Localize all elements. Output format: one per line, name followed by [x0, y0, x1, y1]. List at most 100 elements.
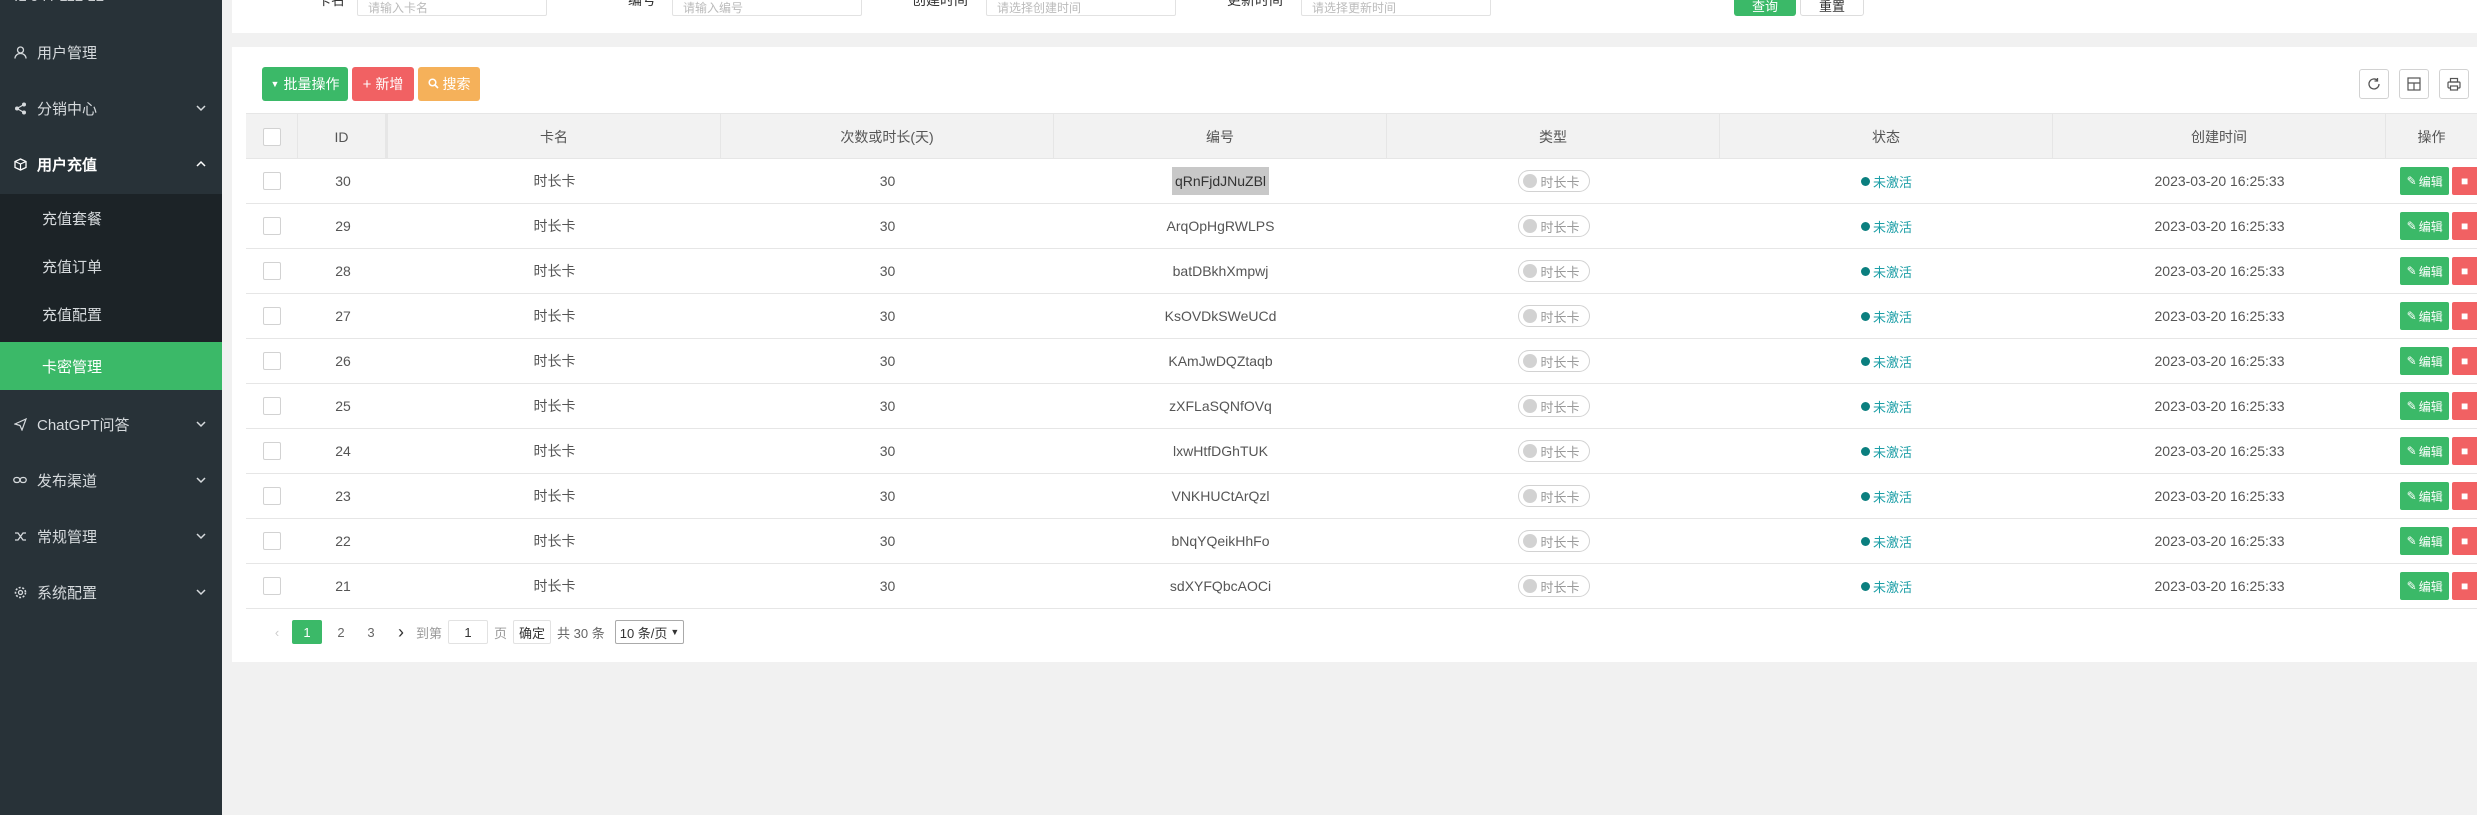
- delete-button[interactable]: ■: [2452, 527, 2477, 555]
- next-page-icon[interactable]: ›: [386, 620, 416, 644]
- delete-button[interactable]: ■: [2452, 392, 2477, 420]
- delete-button[interactable]: ■: [2452, 257, 2477, 285]
- page-2[interactable]: 2: [326, 620, 356, 644]
- header-created[interactable]: 创建时间: [2053, 114, 2386, 159]
- table-row[interactable]: 21 时长卡 30 sdXYFQbcAOCi 时长卡 未激活 2023-03-20 16:2…: [246, 564, 2477, 609]
- edit-button[interactable]: ✎ 编辑: [2400, 302, 2450, 330]
- delete-button[interactable]: ■: [2452, 572, 2477, 600]
- add-button[interactable]: + 新增: [352, 67, 414, 101]
- edit-button[interactable]: ✎ 编辑: [2400, 572, 2450, 600]
- reset-button[interactable]: 重置: [1800, 0, 1864, 16]
- delete-button[interactable]: ■: [2452, 302, 2477, 330]
- updated-time-input[interactable]: 请选择更新时间: [1301, 0, 1491, 16]
- select-all-checkbox[interactable]: [262, 127, 281, 146]
- type-switch[interactable]: 时长卡: [1517, 485, 1590, 507]
- type-switch[interactable]: 时长卡: [1517, 215, 1590, 237]
- table-row[interactable]: 22 时长卡 30 bNqYQeikHhFo 时长卡 未激活 2023-03-20 16:2…: [246, 519, 2477, 564]
- table-row[interactable]: 29 时长卡 30 ArqOpHgRWLPS 时长卡 未激活 2023-03-20 16:2…: [246, 204, 2477, 249]
- goto-confirm-button[interactable]: 确定: [513, 620, 552, 644]
- table-row[interactable]: 23 时长卡 30 VNKHUCtArQzl 时长卡 未激活 2023-03-20 16:2…: [246, 474, 2477, 519]
- header-status[interactable]: 状态: [1720, 114, 2053, 159]
- row-checkbox[interactable]: [263, 577, 281, 595]
- cell-count: 30: [879, 488, 896, 504]
- batch-actions-button[interactable]: ▼ 批量操作: [262, 67, 348, 101]
- type-switch[interactable]: 时长卡: [1517, 350, 1590, 372]
- type-switch[interactable]: 时长卡: [1517, 530, 1590, 552]
- search-toggle-button[interactable]: 搜索: [418, 67, 480, 101]
- row-checkbox[interactable]: [263, 487, 281, 505]
- row-checkbox[interactable]: [263, 172, 281, 190]
- delete-button[interactable]: ■: [2452, 437, 2477, 465]
- header-code[interactable]: 编号: [1054, 114, 1387, 159]
- card-code: ArqOpHgRWLPS: [1166, 218, 1275, 234]
- switch-knob: [1522, 174, 1537, 188]
- row-checkbox[interactable]: [263, 307, 281, 325]
- type-switch[interactable]: 时长卡: [1517, 170, 1590, 192]
- sidebar-item-channels[interactable]: 发布渠道: [0, 452, 222, 508]
- trash-icon: ■: [2461, 174, 2469, 188]
- status-badge: 未激活: [1860, 577, 1912, 596]
- edit-button[interactable]: ✎ 编辑: [2400, 347, 2450, 375]
- created-time-input[interactable]: 请选择创建时间: [986, 0, 1176, 16]
- edit-button[interactable]: ✎ 编辑: [2400, 257, 2450, 285]
- table-row[interactable]: 30 时长卡 30 qRnFjdJNuZBl 时长卡 未激活 2023-03-20 16:2…: [246, 159, 2477, 204]
- type-switch[interactable]: 时长卡: [1517, 305, 1590, 327]
- submenu-item-config[interactable]: 充值配置: [0, 290, 222, 338]
- delete-button[interactable]: ■: [2452, 212, 2477, 240]
- row-checkbox[interactable]: [263, 532, 281, 550]
- columns-button[interactable]: [2399, 69, 2429, 99]
- table-row[interactable]: 25 时长卡 30 zXFLaSQNfOVq 时长卡 未激活 2023-03-20 16:2…: [246, 384, 2477, 429]
- edit-button[interactable]: ✎ 编辑: [2400, 167, 2450, 195]
- submenu-item-card-management[interactable]: 卡密管理: [0, 342, 222, 390]
- cell-actions: ✎ 编辑 ■: [2386, 519, 2477, 563]
- submenu-item-orders[interactable]: 充值订单: [0, 242, 222, 290]
- delete-button[interactable]: ■: [2452, 347, 2477, 375]
- header-type[interactable]: 类型: [1387, 114, 1720, 159]
- print-button[interactable]: [2439, 69, 2469, 99]
- card-name-input[interactable]: 请输入卡名: [357, 0, 547, 16]
- status-dot-icon: [1860, 491, 1870, 501]
- query-button[interactable]: 查询: [1734, 0, 1796, 16]
- sidebar-item-system[interactable]: 系统配置: [0, 564, 222, 620]
- submenu-item-packages[interactable]: 充值套餐: [0, 194, 222, 242]
- edit-button[interactable]: ✎ 编辑: [2400, 392, 2450, 420]
- type-switch[interactable]: 时长卡: [1517, 440, 1590, 462]
- row-checkbox[interactable]: [263, 397, 281, 415]
- page-1[interactable]: 1: [292, 620, 322, 644]
- refresh-button[interactable]: [2359, 69, 2389, 99]
- type-switch[interactable]: 时长卡: [1517, 575, 1590, 597]
- sidebar-item-users[interactable]: 用户管理: [0, 24, 222, 80]
- row-checkbox[interactable]: [263, 217, 281, 235]
- table-row[interactable]: 24 时长卡 30 lxwHtfDGhTUK 时长卡 未激活 2023-03-20 16:2…: [246, 429, 2477, 474]
- sidebar-item-chatgpt[interactable]: ChatGPT问答: [0, 396, 222, 452]
- edit-button[interactable]: ✎ 编辑: [2400, 212, 2450, 240]
- goto-page-input[interactable]: 1: [448, 620, 489, 644]
- header-name[interactable]: 卡名: [388, 114, 721, 159]
- page-3[interactable]: 3: [356, 620, 386, 644]
- row-checkbox[interactable]: [263, 442, 281, 460]
- delete-button[interactable]: ■: [2452, 167, 2477, 195]
- table-row[interactable]: 28 时长卡 30 batDBkhXmpwj 时长卡 未激活 2023-03-20 16:2…: [246, 249, 2477, 294]
- table-row[interactable]: 27 时长卡 30 KsOVDkSWeUCd 时长卡 未激活 2023-03-20 16:2…: [246, 294, 2477, 339]
- type-label: 时长卡: [1540, 354, 1580, 370]
- header-count[interactable]: 次数或时长(天): [721, 114, 1054, 159]
- type-switch[interactable]: 时长卡: [1517, 395, 1590, 417]
- status-badge: 未激活: [1860, 532, 1912, 551]
- header-id[interactable]: ID: [298, 114, 388, 159]
- sidebar-item-recharge[interactable]: 用户充值: [0, 136, 222, 192]
- sidebar-item-distribution[interactable]: 分销中心: [0, 80, 222, 136]
- edit-button[interactable]: ✎ 编辑: [2400, 482, 2450, 510]
- status-badge: 未激活: [1860, 217, 1912, 236]
- table-row[interactable]: 26 时长卡 30 KAmJwDQZtaqb 时长卡 未激活 2023-03-20 16:2…: [246, 339, 2477, 384]
- row-checkbox[interactable]: [263, 352, 281, 370]
- row-checkbox[interactable]: [263, 262, 281, 280]
- edit-button[interactable]: ✎ 编辑: [2400, 437, 2450, 465]
- sidebar-item-general[interactable]: 常规管理: [0, 508, 222, 564]
- page-size-select[interactable]: 10 条/页 ▼: [614, 620, 685, 644]
- prev-page-icon[interactable]: ‹: [262, 620, 292, 644]
- type-switch[interactable]: 时长卡: [1517, 260, 1590, 282]
- pencil-icon: ✎: [2406, 534, 2417, 548]
- code-input[interactable]: 请输入编号: [672, 0, 862, 16]
- edit-button[interactable]: ✎ 编辑: [2400, 527, 2450, 555]
- delete-button[interactable]: ■: [2452, 482, 2477, 510]
